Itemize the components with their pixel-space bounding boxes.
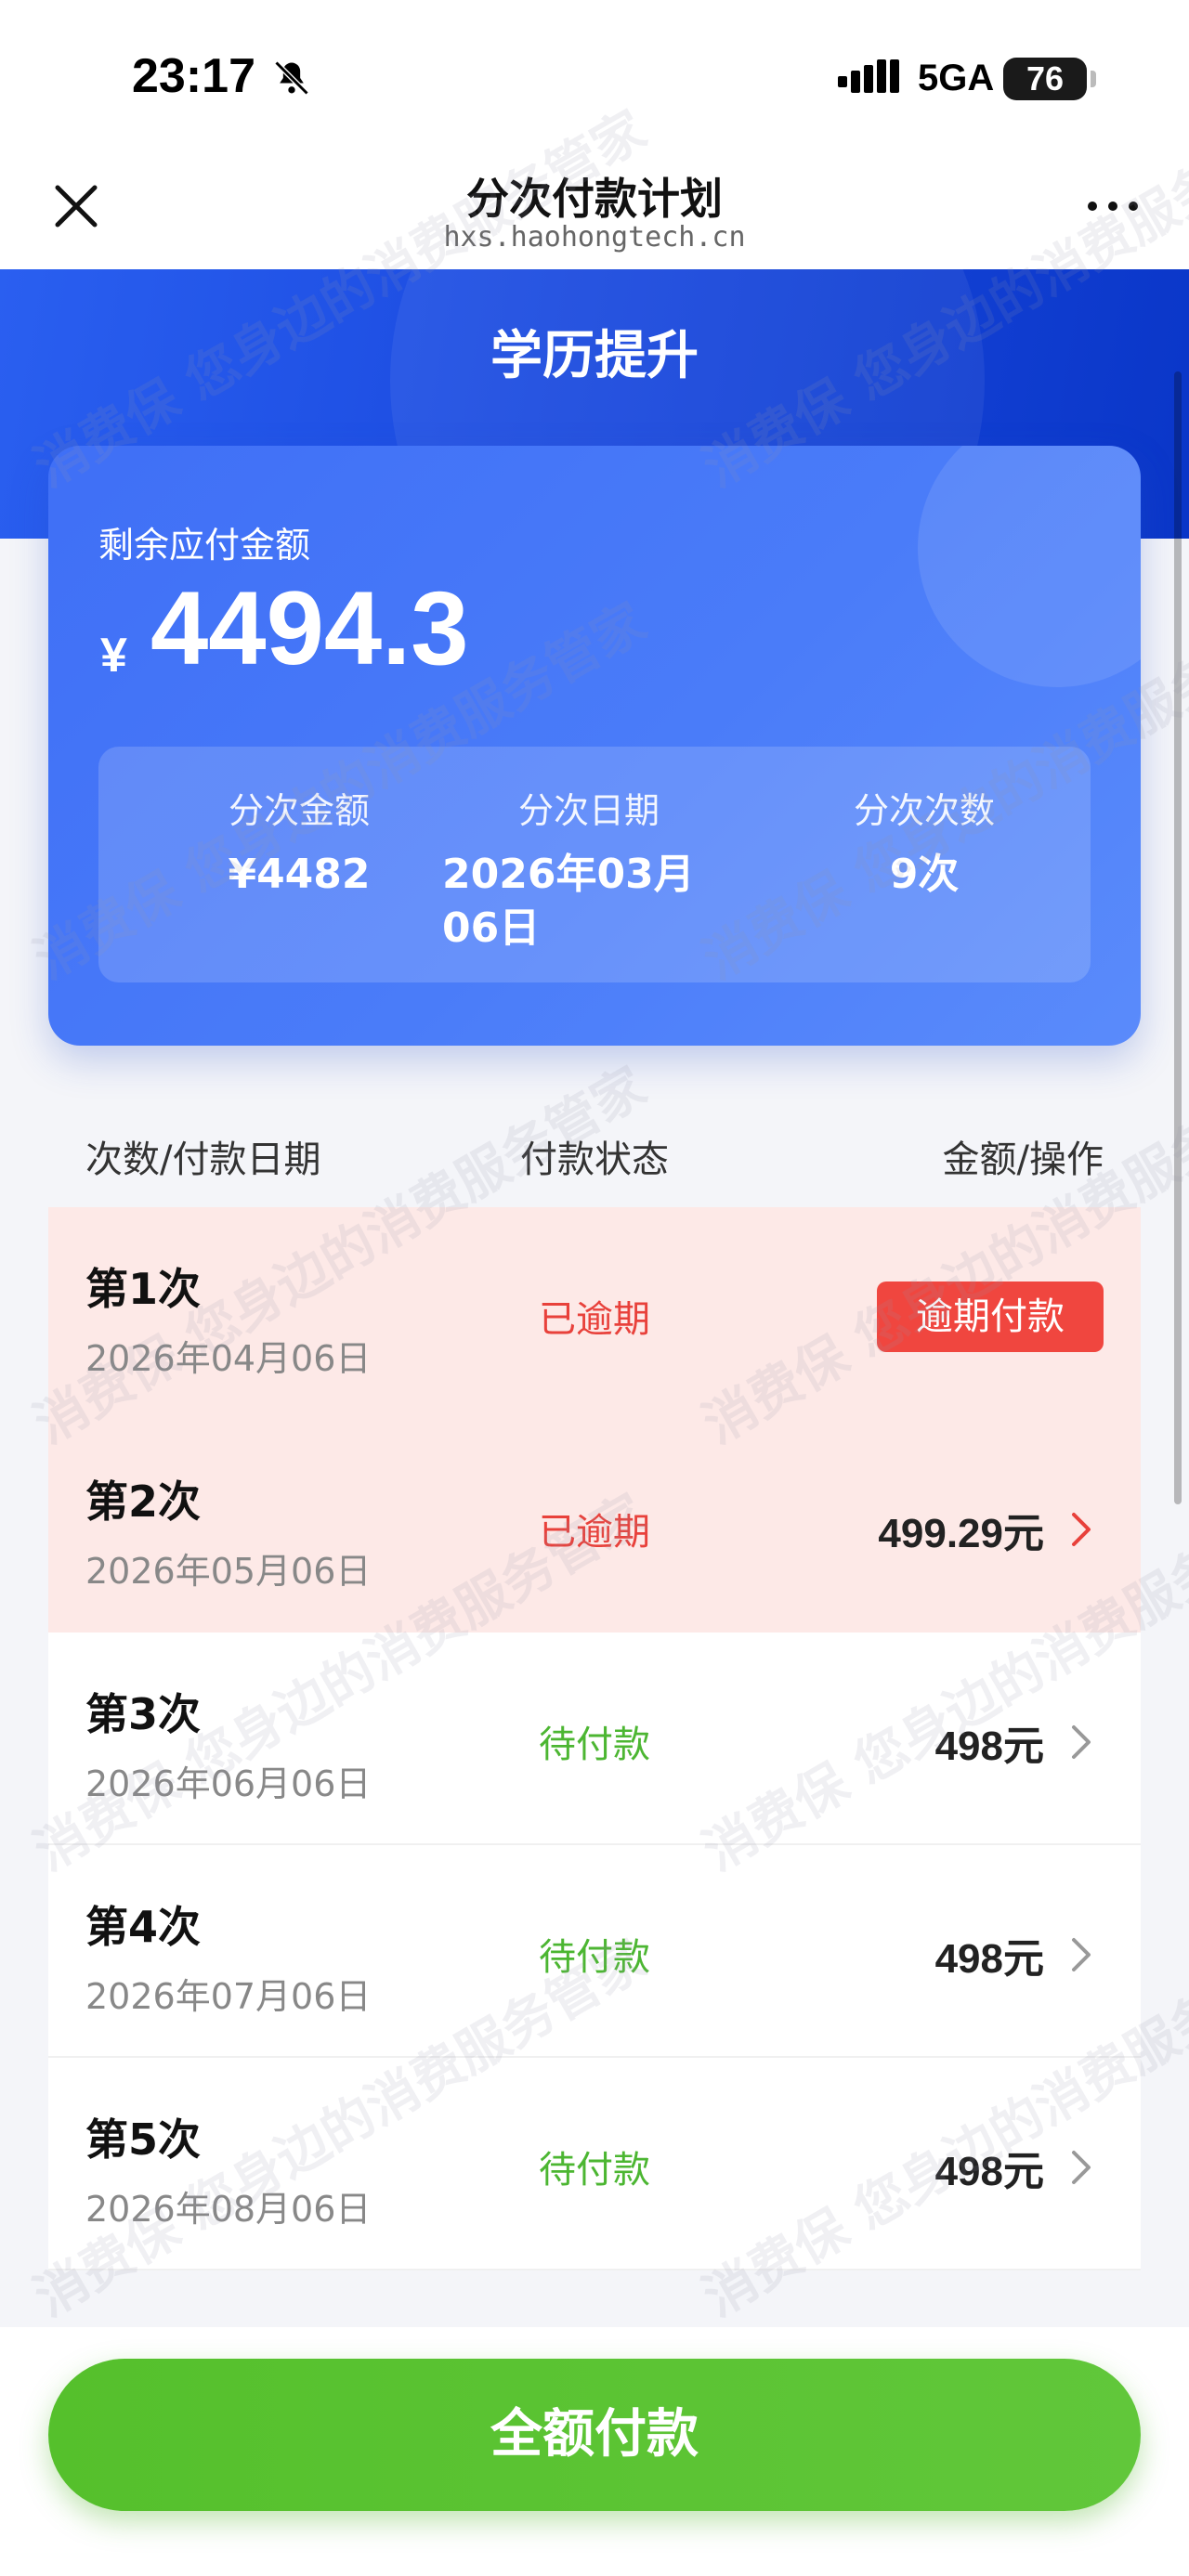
status-time: 23:17 bbox=[132, 49, 255, 103]
installment-info-panel: 分次金额 ¥4482 分次日期 2026年03月06日 分次次数 9次 bbox=[98, 747, 1091, 982]
summary-card: 剩余应付金额 ¥ 4494.3 分次金额 ¥4482 分次日期 2026年03月… bbox=[48, 446, 1141, 1046]
header-amount-action: 金额/操作 bbox=[942, 1138, 1104, 1181]
installment-amount: ¥4482 bbox=[228, 851, 371, 898]
installment-amount: 499.29元 bbox=[878, 1511, 1044, 1556]
table-row[interactable]: 第5次 2026年08月06日 待付款 498元 bbox=[48, 2058, 1141, 2270]
chevron-right-icon[interactable] bbox=[1070, 2149, 1092, 2186]
pay-full-button[interactable]: 全额付款 bbox=[48, 2359, 1141, 2511]
remaining-amount: 4494.3 bbox=[150, 570, 469, 686]
installment-amount: 498元 bbox=[934, 1724, 1044, 1769]
more-icon[interactable] bbox=[1085, 197, 1141, 215]
page-url: hxs.haohongtech.cn bbox=[443, 221, 746, 254]
table-row[interactable]: 第2次 2026年05月06日 已逾期 499.29元 bbox=[48, 1420, 1141, 1633]
table-row[interactable]: 第1次 2026年04月06日 已逾期 逾期付款 bbox=[48, 1207, 1141, 1420]
installment-amount-label: 分次金额 bbox=[228, 790, 370, 831]
status-bar: 23:17 5GA 76 bbox=[0, 0, 1189, 139]
course-title: 学历提升 bbox=[490, 326, 699, 386]
schedule-table: 第1次 2026年04月06日 已逾期 逾期付款 第2次 2026年05月06日… bbox=[48, 1207, 1141, 2270]
battery-indicator: 76 bbox=[1003, 58, 1096, 100]
installment-date: 2026年03月06日 bbox=[442, 851, 695, 952]
installment-amount: 498元 bbox=[934, 1936, 1044, 1982]
currency-symbol: ¥ bbox=[100, 629, 127, 683]
installment-date-col: 分次日期 2026年03月06日 bbox=[442, 782, 721, 956]
signal-icon bbox=[838, 59, 899, 93]
chevron-right-icon[interactable] bbox=[1070, 1511, 1092, 1548]
remaining-amount-label: 剩余应付金额 bbox=[98, 525, 311, 566]
installment-count: 9次 bbox=[889, 851, 960, 898]
table-row[interactable]: 第3次 2026年06月06日 待付款 498元 bbox=[48, 1633, 1141, 1845]
schedule-table-header: 次数/付款日期 付款状态 金额/操作 bbox=[48, 1105, 1141, 1203]
installment-date-label: 分次日期 bbox=[518, 790, 660, 831]
overdue-pay-button[interactable]: 逾期付款 bbox=[877, 1281, 1104, 1352]
network-type: 5GA bbox=[918, 58, 995, 98]
table-row[interactable]: 第4次 2026年07月06日 待付款 498元 bbox=[48, 1845, 1141, 2058]
bell-muted-icon bbox=[274, 60, 309, 96]
installment-count-col: 分次次数 9次 bbox=[827, 782, 1022, 902]
nav-bar: 分次付款计划 hxs.haohongtech.cn bbox=[0, 139, 1189, 269]
chevron-right-icon[interactable] bbox=[1070, 1936, 1092, 1973]
installment-amount-col: 分次金额 ¥4482 bbox=[216, 782, 383, 902]
chevron-right-icon[interactable] bbox=[1070, 1724, 1092, 1761]
scrollbar[interactable] bbox=[1174, 371, 1182, 1504]
installment-count-label: 分次次数 bbox=[853, 790, 995, 831]
bottom-action-bar: 全额付款 bbox=[0, 2327, 1189, 2576]
page-title: 分次付款计划 bbox=[466, 174, 723, 224]
installment-amount: 498元 bbox=[934, 2149, 1044, 2194]
